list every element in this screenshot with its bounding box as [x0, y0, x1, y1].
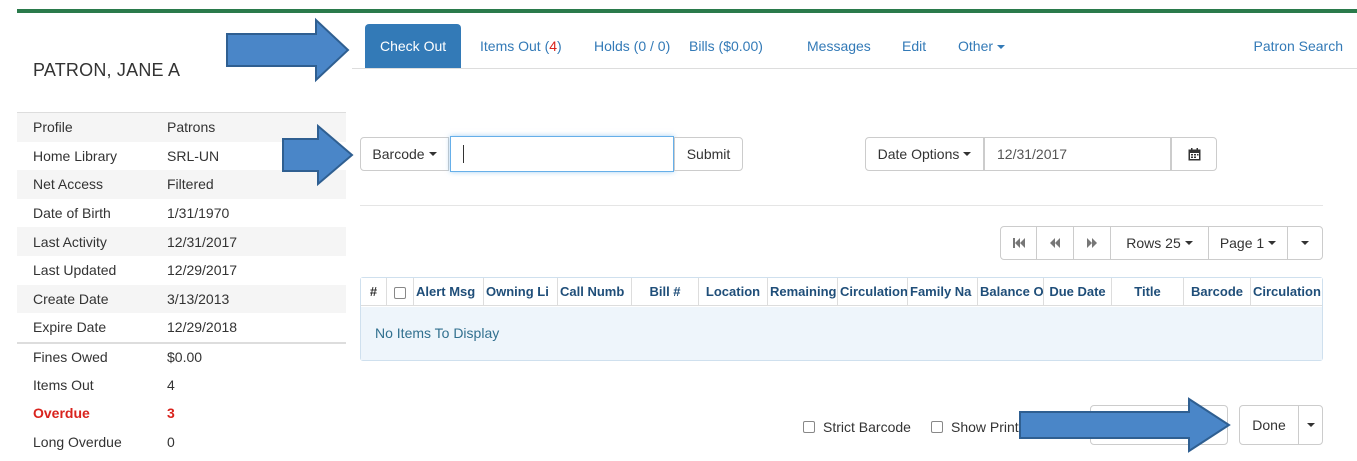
grid-column-header[interactable]: Remaining: [768, 278, 838, 306]
next-page-button[interactable]: [1073, 226, 1111, 260]
chevron-down-icon: [1301, 241, 1309, 245]
grid-column-header[interactable]: Due Date: [1044, 278, 1112, 306]
barcode-type-dropdown[interactable]: Barcode: [360, 137, 449, 171]
tab-patron-search[interactable]: Patron Search: [1254, 24, 1344, 68]
done-options-dropdown[interactable]: [1298, 405, 1323, 445]
tab-check-out[interactable]: Check Out: [365, 24, 462, 68]
summary-row: Items Out 4: [33, 376, 175, 393]
patron-name: PATRON, JANE A: [33, 60, 181, 80]
tab-holds[interactable]: Holds (0 / 0): [594, 24, 670, 68]
grid-column-header[interactable]: Circulation: [1251, 278, 1322, 306]
items-grid: # Alert Msg Owning Li Call Numb Bill # L…: [360, 277, 1323, 361]
tab-other[interactable]: Other: [958, 24, 1006, 68]
summary-row: Create Date 3/13/2013: [17, 284, 346, 314]
grid-column-header[interactable]: Title: [1112, 278, 1184, 306]
items-out-count: 4: [549, 38, 558, 54]
summary-row: Last Activity 12/31/2017: [17, 227, 346, 256]
summary-row: Date of Birth 1/31/1970: [33, 205, 230, 222]
annotation-arrow-checkout: [226, 17, 350, 83]
calendar-button[interactable]: [1171, 137, 1217, 171]
summary-row-overdue: Overdue 3: [33, 405, 175, 422]
rewind-icon: [1050, 238, 1060, 248]
chevron-down-icon: [997, 45, 1006, 50]
empty-grid-message: No Items To Display: [375, 325, 500, 341]
first-page-button[interactable]: [1000, 226, 1037, 260]
grid-column-header[interactable]: Owning Li: [484, 278, 558, 306]
tab-messages[interactable]: Messages: [807, 24, 871, 68]
tab-edit[interactable]: Edit: [902, 24, 926, 68]
forward-icon: [1087, 238, 1097, 248]
show-print-checkbox[interactable]: [931, 421, 943, 433]
grid-actions-dropdown[interactable]: [1287, 226, 1323, 260]
grid-column-header[interactable]: Circulation: [838, 278, 908, 306]
chevron-down-icon: [1268, 241, 1277, 245]
grid-header-row: # Alert Msg Owning Li Call Numb Bill # L…: [361, 278, 1322, 306]
patron-nav-tabs: Check Out Items Out (4) Holds (0 / 0) Bi…: [352, 24, 1357, 69]
chevron-down-icon: [1306, 423, 1315, 427]
summary-row: Long Overdue 0: [33, 433, 175, 450]
summary-row: Expire Date 12/29/2018: [33, 319, 238, 336]
grid-column-header[interactable]: Alert Msg: [414, 278, 484, 306]
grid-column-header[interactable]: Barcode: [1184, 278, 1251, 306]
grid-column-header[interactable]: Location: [699, 278, 768, 306]
summary-row: Last Updated 12/29/2017: [33, 262, 238, 279]
done-button[interactable]: Done: [1239, 405, 1299, 445]
summary-row: Fines Owed $0.00: [17, 341, 346, 371]
grid-column-header[interactable]: Bill #: [632, 278, 699, 306]
first-page-icon: [1012, 238, 1025, 248]
divider: [360, 205, 1323, 206]
grid-column-header[interactable]: #: [361, 278, 387, 306]
annotation-arrow-done: [1019, 397, 1231, 453]
grid-column-header[interactable]: Call Numb: [558, 278, 632, 306]
grid-column-header[interactable]: Balance O: [978, 278, 1044, 306]
grid-body: No Items To Display: [361, 307, 1322, 360]
annotation-arrow-barcode: [282, 123, 354, 187]
page-dropdown[interactable]: Page 1: [1208, 226, 1288, 260]
date-options-dropdown[interactable]: Date Options: [865, 137, 984, 171]
select-all-checkbox-cell[interactable]: [387, 278, 414, 306]
text-cursor: [463, 145, 464, 163]
show-print-toggle[interactable]: Show Print: [931, 419, 1019, 435]
calendar-icon: [1188, 147, 1200, 160]
chevron-down-icon: [1184, 241, 1193, 245]
tab-bills[interactable]: Bills ($0.00): [689, 24, 763, 68]
barcode-input[interactable]: [450, 136, 674, 172]
select-all-checkbox[interactable]: [394, 286, 406, 299]
due-date-input[interactable]: 12/31/2017: [984, 137, 1171, 171]
strict-barcode-toggle[interactable]: Strict Barcode: [803, 419, 911, 435]
chevron-down-icon: [963, 152, 972, 156]
chevron-down-icon: [428, 152, 437, 156]
grid-column-header[interactable]: Family Na: [908, 278, 978, 306]
previous-page-button[interactable]: [1036, 226, 1074, 260]
strict-barcode-checkbox[interactable]: [803, 421, 815, 433]
tab-items-out[interactable]: Items Out (4): [480, 24, 562, 68]
submit-button[interactable]: Submit: [674, 137, 743, 171]
rows-per-page-dropdown[interactable]: Rows 25: [1110, 226, 1209, 260]
top-accent-bar: [17, 9, 1357, 13]
